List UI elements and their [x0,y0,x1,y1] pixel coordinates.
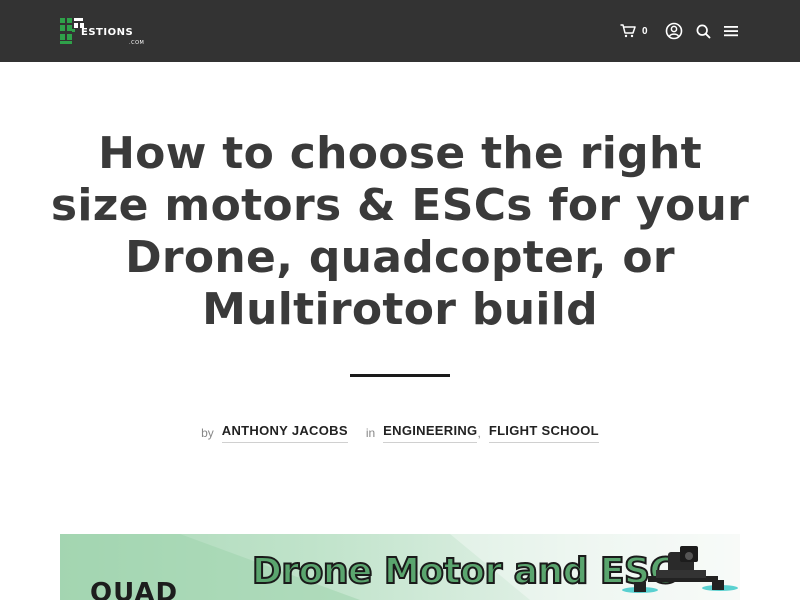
hero-logo: QUAD [90,578,179,600]
in-label: in [365,426,376,440]
cart-icon [620,24,636,38]
menu-button[interactable] [721,20,741,42]
author-link[interactable]: ANTHONY JACOBS [221,423,348,443]
site-header: ESTIONS .COM 0 [0,0,800,62]
drone-icon [622,546,738,593]
cart-count: 0 [642,25,648,37]
title-divider [350,374,450,377]
category-link-flight-school[interactable]: FLIGHT SCHOOL [488,423,599,443]
logo-suffix: .COM [129,40,145,46]
by-label: by [201,426,214,440]
article-title: How to choose the right size motors & ES… [50,128,750,335]
cart-button[interactable]: 0 [620,20,656,42]
category-link-engineering[interactable]: ENGINEERING [383,423,478,443]
search-button[interactable] [693,20,713,42]
account-button[interactable] [663,20,685,42]
search-icon [696,24,710,38]
article-meta: by ANTHONY JACOBS in ENGINEERING , FLIGH… [0,420,800,446]
hero-title: Drone Motor and ESC [251,551,677,593]
site-logo[interactable]: ESTIONS .COM [59,15,149,49]
menu-icon [724,26,738,37]
category-separator: , [477,426,481,440]
featured-image[interactable]: QUAD Drone Motor and ESC [60,534,740,600]
logo-wordmark: ESTIONS [81,27,134,38]
account-icon [665,22,683,40]
